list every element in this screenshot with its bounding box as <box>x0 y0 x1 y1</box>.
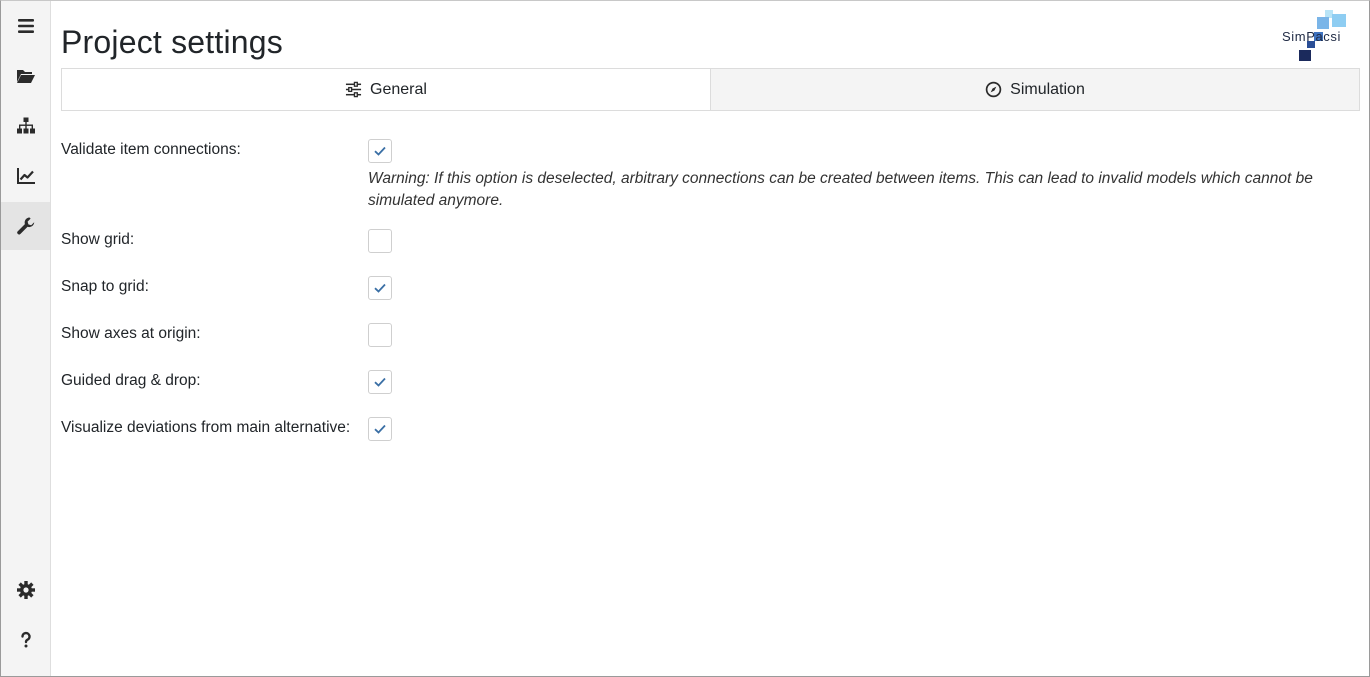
setting-label-show-grid: Show grid: <box>61 231 135 248</box>
sidebar <box>1 1 51 676</box>
wrench-icon[interactable] <box>1 202 50 250</box>
setting-label-validate-connections: Validate item connections: <box>61 141 241 158</box>
checkbox-show-grid[interactable] <box>368 229 392 253</box>
sitemap-icon-glyph <box>16 117 35 134</box>
chart-line-icon[interactable] <box>1 152 50 200</box>
setting-label-show-axes: Show axes at origin: <box>61 325 201 342</box>
menu-icon-glyph <box>17 19 34 33</box>
checkbox-visualize-deviations[interactable] <box>368 417 392 441</box>
settings-tabs: General Simulation <box>61 68 1360 111</box>
setting-label-visualize-deviations: Visualize deviations from main alternati… <box>61 419 351 436</box>
logo-text: SimPacsi <box>1282 29 1341 44</box>
setting-label-snap-to-grid: Snap to grid: <box>61 278 149 295</box>
checkbox-validate-connections[interactable] <box>368 139 392 163</box>
wrench-icon-glyph <box>16 217 34 235</box>
folder-open-icon[interactable] <box>1 52 50 100</box>
setting-label-guided-drag-drop: Guided drag & drop: <box>61 372 201 389</box>
sliders-icon <box>345 81 362 98</box>
checkbox-guided-drag-drop[interactable] <box>368 370 392 394</box>
question-icon-glyph <box>20 631 31 648</box>
sitemap-icon[interactable] <box>1 102 50 150</box>
gear-icon[interactable] <box>1 566 50 614</box>
tab-simulation[interactable]: Simulation <box>710 69 1359 110</box>
folder-open-icon-glyph <box>16 70 35 83</box>
simpacsi-logo: SimPacsi <box>1280 10 1362 64</box>
compass-icon <box>985 81 1002 98</box>
checkmark-icon <box>374 424 386 434</box>
checkbox-snap-to-grid[interactable] <box>368 276 392 300</box>
chart-line-icon-glyph <box>16 168 35 184</box>
tab-general[interactable]: General <box>62 69 710 110</box>
checkbox-show-axes[interactable] <box>368 323 392 347</box>
gear-icon-glyph <box>16 581 35 599</box>
validation-warning: Warning: If this option is deselected, a… <box>368 170 1313 209</box>
tab-simulation-label: Simulation <box>1010 80 1085 98</box>
page-title: Project settings <box>61 24 283 60</box>
tab-general-label: General <box>370 80 427 98</box>
checkmark-icon <box>374 146 386 156</box>
checkmark-icon <box>374 377 386 387</box>
question-icon[interactable] <box>1 616 50 664</box>
checkmark-icon <box>374 283 386 293</box>
menu-icon[interactable] <box>1 2 50 50</box>
